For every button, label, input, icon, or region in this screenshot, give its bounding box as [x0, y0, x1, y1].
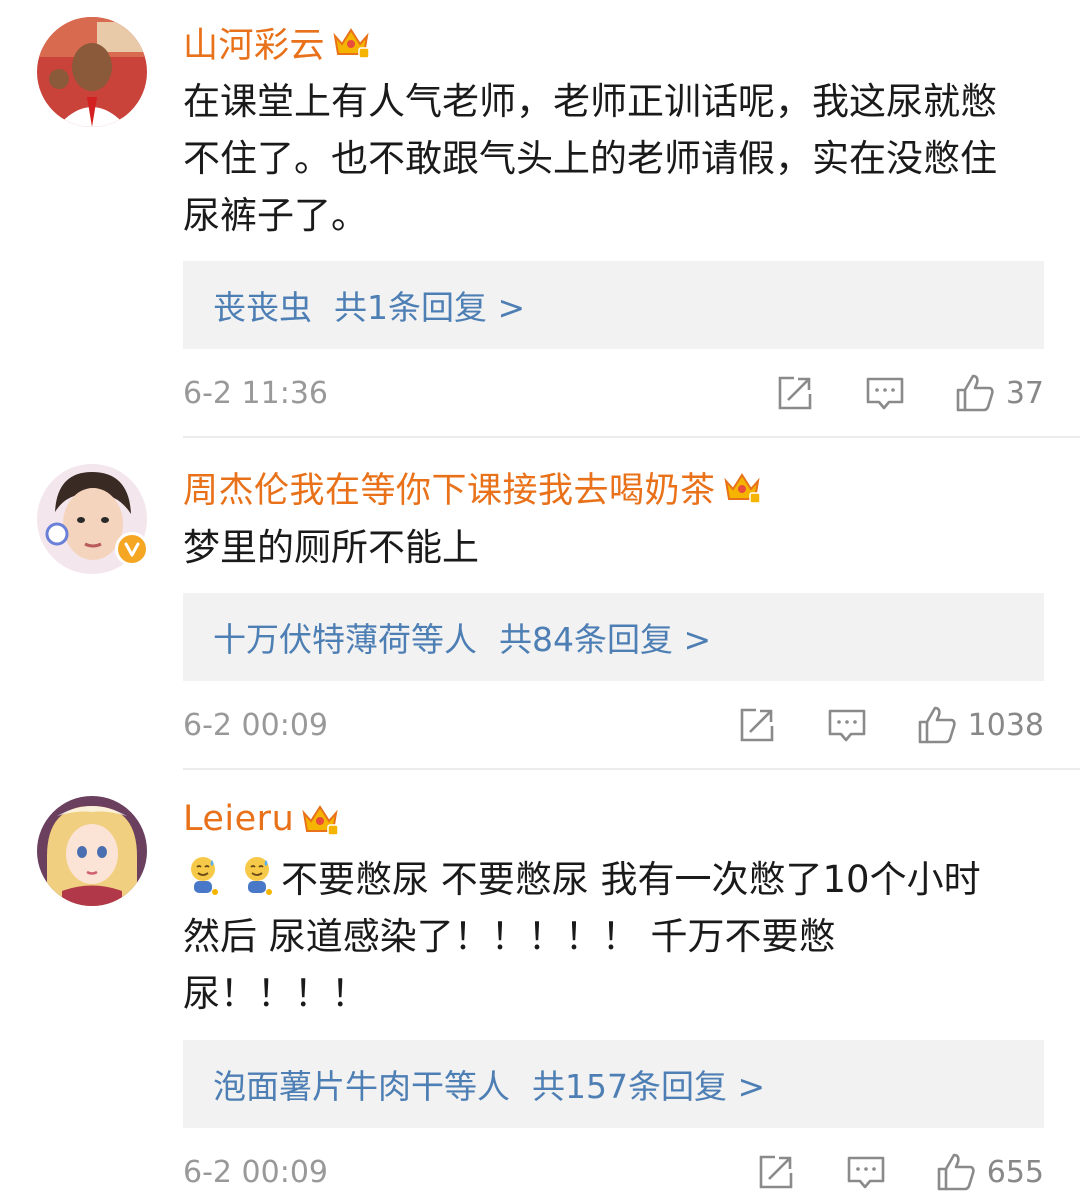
- verified-badge-icon: [115, 532, 149, 566]
- username[interactable]: Leieru: [183, 799, 294, 839]
- reply-count: 共1条回复 >: [334, 288, 526, 327]
- like-count: 37: [1005, 375, 1044, 411]
- like-count: 1038: [967, 707, 1044, 743]
- comment-text: 梦里的厕所不能上: [183, 519, 1053, 576]
- sweat-smile-emoji: [245, 857, 272, 895]
- timestamp: 6-2 00:09: [183, 707, 328, 743]
- reply-summary-button[interactable]: 十万伏特薄荷等人 共84条回复 >: [183, 593, 1044, 681]
- reply-summary-button[interactable]: 丧丧虫 共1条回复 >: [183, 261, 1044, 349]
- like-icon[interactable]: [935, 1151, 977, 1193]
- reply-count: 共84条回复 >: [499, 620, 712, 659]
- share-icon[interactable]: [736, 704, 778, 746]
- reply-users: 十万伏特薄荷等人: [213, 620, 477, 659]
- comment-text-line: 不要憋尿 不要憋尿 我有一次憋了10个小时: [183, 851, 1053, 908]
- username[interactable]: 周杰伦我在等你下课接我去喝奶茶: [183, 462, 716, 513]
- timestamp: 6-2 00:09: [183, 1154, 328, 1190]
- share-icon[interactable]: [755, 1151, 797, 1193]
- action-bar: 1038: [736, 704, 1044, 746]
- action-bar: 37: [774, 372, 1044, 414]
- like-count: 655: [986, 1154, 1044, 1190]
- username-row: 周杰伦我在等你下课接我去喝奶茶: [183, 465, 762, 511]
- username-row: Leieru: [183, 797, 340, 841]
- sweat-smile-emoji: [191, 857, 218, 895]
- username[interactable]: 山河彩云: [183, 17, 325, 68]
- comment-meta: 6-2 11:36 37: [183, 368, 1044, 418]
- reply-summary-button[interactable]: 泡面薯片牛肉干等人 共157条回复 >: [183, 1040, 1044, 1128]
- avatar[interactable]: [37, 464, 149, 574]
- reply-users: 丧丧虫: [213, 288, 312, 327]
- vip-crown-icon: [723, 473, 761, 504]
- comment-text-line: 然后 尿道感染了！！！！！ 千万不要憋: [183, 915, 836, 958]
- comment-text-line: 不住了。也不敢跟气头上的老师请假，实在没憋住: [183, 137, 997, 180]
- reply-users: 泡面薯片牛肉干等人: [213, 1067, 510, 1106]
- comment-icon[interactable]: [864, 372, 906, 414]
- comment-text-line: 梦里的厕所不能上: [183, 526, 479, 569]
- reply-count: 共157条回复 >: [532, 1067, 766, 1106]
- timestamp: 6-2 11:36: [183, 375, 328, 411]
- comment-icon[interactable]: [826, 704, 868, 746]
- comment-text-line: 尿裤子了。: [183, 194, 368, 237]
- comment-text: 在课堂上有人气老师，老师正训话呢，我这尿就憋 不住了。也不敢跟气头上的老师请假，…: [183, 73, 1053, 244]
- like-icon[interactable]: [916, 704, 958, 746]
- comment-text-line: 在课堂上有人气老师，老师正训话呢，我这尿就憋: [183, 80, 997, 123]
- action-bar: 655: [755, 1151, 1044, 1193]
- like-icon[interactable]: [954, 372, 996, 414]
- comment-text-segment: 不要憋尿 不要憋尿 我有一次憋了10个小时: [281, 858, 981, 901]
- share-icon[interactable]: [774, 372, 816, 414]
- comment-meta: 6-2 00:09 655: [183, 1147, 1044, 1197]
- comment-text-line: 尿！！！！: [183, 972, 368, 1015]
- vip-crown-icon: [333, 28, 370, 59]
- avatar[interactable]: [37, 796, 147, 906]
- comment-text: 不要憋尿 不要憋尿 我有一次憋了10个小时 然后 尿道感染了！！！！！ 千万不要…: [183, 851, 1053, 1022]
- username-row: 山河彩云: [183, 20, 371, 66]
- comment-divider: [183, 436, 1080, 438]
- comment-meta: 6-2 00:09 1038: [183, 700, 1044, 750]
- vip-crown-icon: [302, 805, 339, 836]
- avatar[interactable]: [37, 17, 147, 127]
- comment-divider: [183, 768, 1080, 770]
- comment-icon[interactable]: [845, 1151, 887, 1193]
